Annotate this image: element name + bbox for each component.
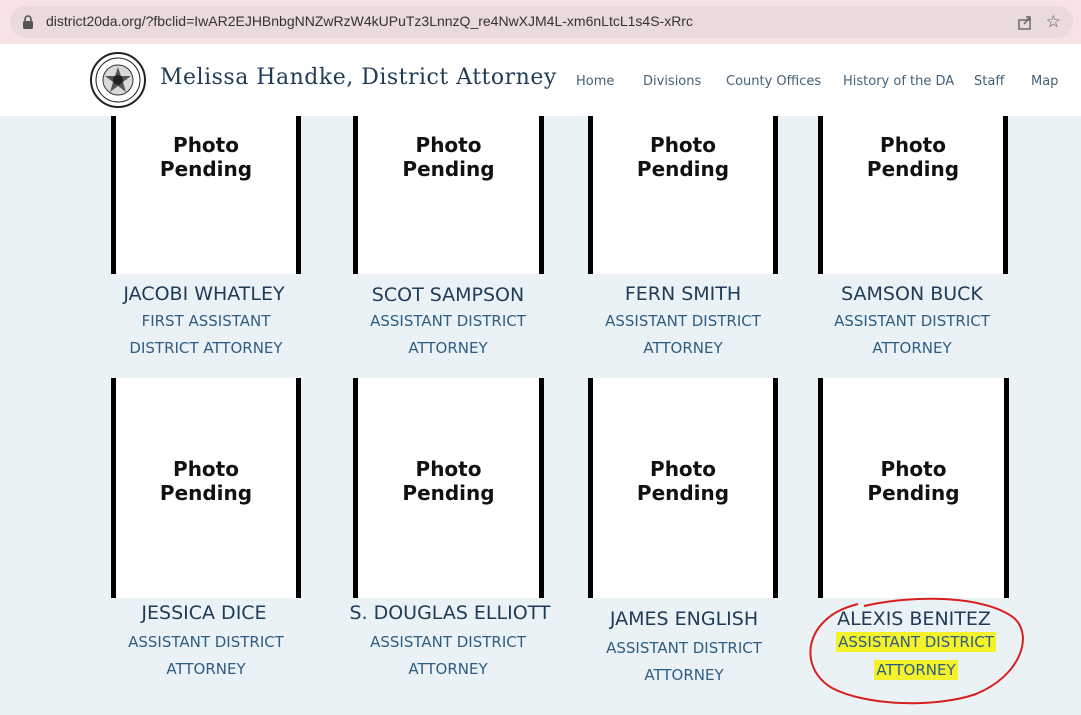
staff-name: S. DOUGLAS ELLIOTT	[349, 602, 551, 624]
main-nav: Home Divisions County Offices History of…	[0, 74, 1081, 94]
lock-icon	[23, 15, 33, 29]
staff-name: SAMSON BUCK	[841, 283, 983, 305]
staff-title-line1: ASSISTANT DISTRICT	[605, 312, 761, 330]
staff-title-line1: ASSISTANT DISTRICT	[606, 639, 762, 657]
photo-pending-line2: Pending	[636, 481, 730, 505]
staff-name: JAMES ENGLISH	[609, 608, 759, 630]
staff-title-line2: ATTORNEY	[644, 666, 724, 684]
staff-title-line1: FIRST ASSISTANT	[141, 312, 271, 330]
photo-pending-line1: Photo	[415, 133, 482, 157]
photo-pending-line2: Pending	[402, 481, 495, 505]
share-icon[interactable]	[1017, 14, 1033, 30]
photo-pending-line1: Photo	[650, 457, 716, 481]
photo-pending-line1: Photo	[880, 457, 947, 481]
photo-pending-line2: Pending	[867, 481, 960, 505]
photo-pending-line2: Pending	[636, 157, 730, 181]
photo-pending-line1: Photo	[173, 457, 239, 481]
browser-toolbar: district20da.org/?fbclid=IwAR2EJHBnbgNNZ…	[0, 0, 1081, 45]
bookmark-star-icon[interactable]: ☆	[1046, 13, 1061, 31]
staff-photo: Photo Pending	[111, 116, 301, 274]
staff-name: JACOBI WHATLEY	[123, 283, 285, 305]
nav-divisions[interactable]: Divisions	[643, 74, 701, 89]
staff-title-line2: ATTORNEY	[166, 660, 246, 678]
photo-pending-line2: Pending	[402, 157, 495, 181]
staff-title-line2: ATTORNEY	[872, 339, 952, 357]
site-header: Melissa Handke, District Attorney Home D…	[0, 44, 1081, 116]
staff-title-line2: ATTORNEY	[408, 339, 488, 357]
photo-pending-line2: Pending	[159, 157, 253, 181]
staff-name: FERN SMITH	[624, 283, 742, 305]
nav-home[interactable]: Home	[576, 74, 614, 89]
photo-pending-line1: Photo	[415, 457, 482, 481]
staff-photo: Photo Pending	[353, 378, 544, 598]
nav-history-of-the-da[interactable]: History of the DA	[843, 74, 954, 89]
photo-pending-line1: Photo	[880, 133, 946, 157]
staff-photo: Photo Pending	[588, 378, 778, 598]
photo-pending-line1: Photo	[173, 133, 239, 157]
photo-pending-line2: Pending	[866, 157, 960, 181]
staff-title-line2: ATTORNEY	[643, 339, 723, 357]
staff-photo: Photo Pending	[111, 378, 301, 598]
staff-name: SCOT SAMPSON	[371, 284, 525, 306]
nav-county-offices[interactable]: County Offices	[726, 74, 821, 89]
photo-pending-line1: Photo	[650, 133, 716, 157]
staff-title-line1: ASSISTANT DISTRICT	[370, 312, 526, 330]
nav-map[interactable]: Map	[1031, 74, 1058, 89]
staff-photo: Photo Pending	[818, 116, 1008, 274]
address-bar[interactable]: district20da.org/?fbclid=IwAR2EJHBnbgNNZ…	[10, 6, 1073, 38]
staff-name: JESSICA DICE	[141, 602, 267, 624]
staff-title-line1: ASSISTANT DISTRICT	[370, 633, 526, 651]
staff-photo: Photo Pending	[588, 116, 778, 274]
nav-staff[interactable]: Staff	[974, 74, 1004, 89]
staff-photo: Photo Pending	[353, 116, 544, 274]
staff-title-line1: ASSISTANT DISTRICT	[834, 312, 990, 330]
url-text[interactable]: district20da.org/?fbclid=IwAR2EJHBnbgNNZ…	[46, 13, 693, 29]
red-circle-annotation	[809, 597, 1024, 705]
photo-pending-line2: Pending	[159, 481, 253, 505]
staff-title-line2: ATTORNEY	[408, 660, 488, 678]
staff-photo: Photo Pending	[818, 378, 1009, 598]
staff-title-line2: DISTRICT ATTORNEY	[129, 339, 283, 357]
staff-title-line1: ASSISTANT DISTRICT	[128, 633, 284, 651]
